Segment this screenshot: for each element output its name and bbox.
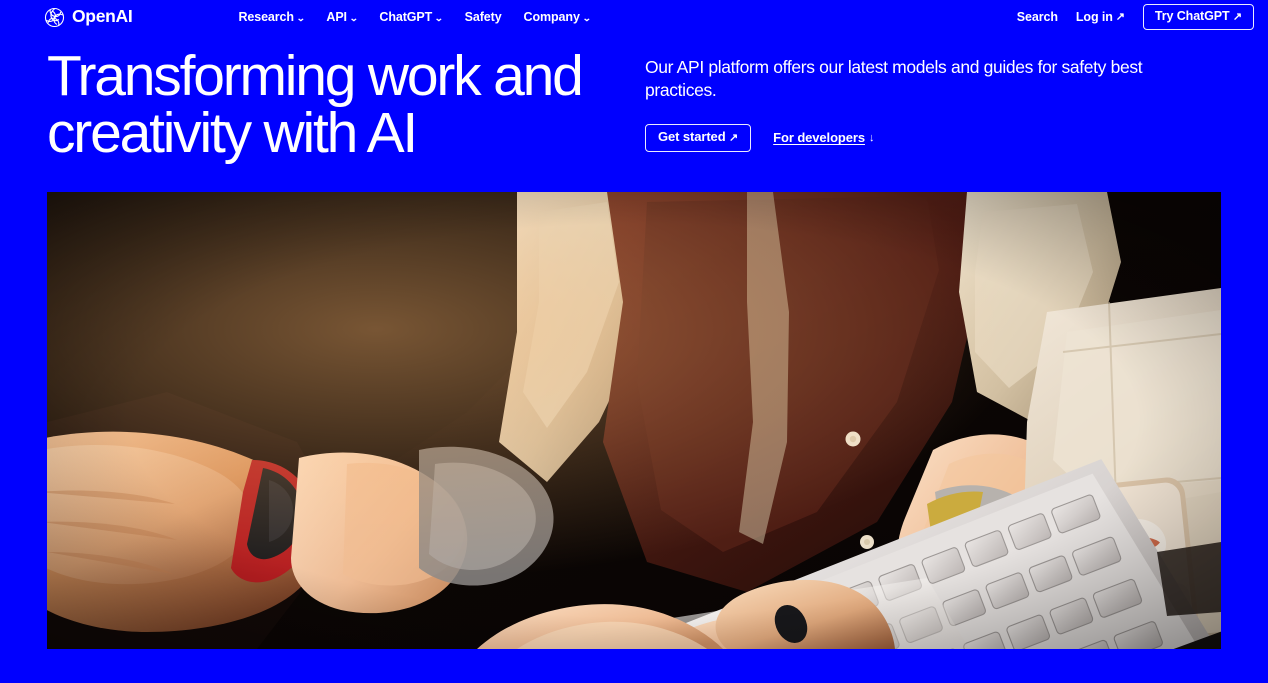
arrow-down-icon: ↓ — [868, 131, 875, 144]
chevron-down-icon: ⌄ — [349, 12, 359, 23]
hero-cta-row: Get started ↗ For developers ↓ — [645, 123, 1224, 152]
for-developers-label: For developers — [773, 130, 865, 146]
nav-item-chatgpt-label: ChatGPT — [379, 10, 433, 24]
arrow-up-right-icon: ↗ — [1232, 11, 1242, 24]
chevron-down-icon: ⌄ — [581, 12, 592, 23]
arrow-up-right-icon: ↗ — [1115, 11, 1125, 24]
try-chatgpt-button[interactable]: Try ChatGPT ↗ — [1142, 4, 1254, 30]
top-navigation-bar: OpenAI Research ⌄ API ⌄ ChatGPT ⌄ Safety… — [0, 0, 1268, 34]
nav-primary-links: Research ⌄ API ⌄ ChatGPT ⌄ Safety Compan… — [238, 10, 592, 24]
nav-item-safety[interactable]: Safety — [465, 10, 502, 24]
get-started-button[interactable]: Get started ↗ — [645, 123, 752, 152]
hero-media — [47, 192, 1221, 649]
nav-item-chatgpt[interactable]: ChatGPT ⌄ — [379, 10, 444, 24]
nav-item-company[interactable]: Company ⌄ — [523, 10, 592, 24]
nav-item-safety-label: Safety — [464, 10, 502, 24]
for-developers-link[interactable]: For developers ↓ — [773, 130, 874, 145]
get-started-label: Get started — [658, 128, 726, 144]
nav-item-api[interactable]: API ⌄ — [326, 10, 359, 24]
page-title: Transforming work and creativity with AI — [47, 44, 584, 165]
hero-copy-column: Our API platform offers our latest model… — [645, 48, 1224, 162]
search-label: Search — [1016, 9, 1058, 24]
nav-item-company-label: Company — [523, 10, 580, 24]
search-button[interactable]: Search — [1017, 10, 1058, 24]
hero-section: Transforming work and creativity with AI… — [0, 34, 1268, 162]
try-chatgpt-label: Try ChatGPT — [1154, 9, 1230, 24]
chevron-down-icon: ⌄ — [296, 12, 306, 23]
nav-item-research[interactable]: Research ⌄ — [238, 10, 306, 24]
arrow-up-right-icon: ↗ — [729, 131, 739, 144]
hero-photo — [47, 192, 1221, 649]
chevron-down-icon: ⌄ — [434, 12, 444, 23]
nav-item-research-label: Research — [238, 10, 294, 24]
brand-name: OpenAI — [72, 6, 133, 27]
login-link[interactable]: Log in ↗ — [1076, 10, 1125, 24]
login-label: Log in — [1075, 9, 1113, 24]
openai-blossom-logo-icon — [44, 7, 65, 28]
hero-headline-column: Transforming work and creativity with AI — [47, 48, 645, 162]
hero-description: Our API platform offers our latest model… — [645, 57, 1143, 101]
brand-logo-link[interactable]: OpenAI — [44, 6, 133, 28]
nav-secondary-links: Search Log in ↗ Try ChatGPT ↗ — [1017, 4, 1254, 30]
nav-item-api-label: API — [326, 10, 347, 24]
